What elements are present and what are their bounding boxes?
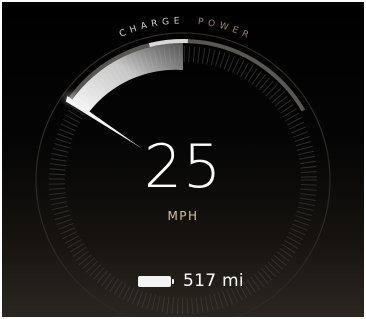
gauge-tick [215, 51, 221, 67]
gauge-tick [85, 261, 98, 273]
instrument-cluster: CHARGE POWER 25 MPH 517 mi [2, 2, 364, 317]
gauge-tick [146, 293, 152, 310]
range-value: 517 mi [183, 271, 244, 291]
gauge-tick [161, 296, 166, 313]
gauge-tick [171, 297, 175, 314]
gauge-tick [206, 48, 211, 65]
gauge-tick [96, 270, 108, 284]
gauge-tick [257, 270, 269, 284]
battery-full-icon [138, 275, 174, 287]
gauge-tick [209, 294, 214, 311]
gauge-tick [204, 295, 209, 312]
gauge-tick [92, 267, 105, 280]
gauge-tick [188, 46, 191, 63]
gauge-tick [141, 292, 148, 308]
gauge-tick [197, 46, 201, 63]
gauge-tick [219, 52, 226, 69]
gauge-tick [200, 296, 204, 313]
gauge-tick [298, 202, 315, 207]
gauge-tick [51, 201, 68, 206]
gauge-tick [258, 77, 270, 91]
gauge-tick [268, 87, 282, 100]
speed-unit-label: MPH [167, 209, 199, 223]
gauge-tick [186, 297, 189, 314]
gauge-tick [210, 49, 216, 66]
gauge-tick [290, 227, 306, 236]
gauge-tick [274, 95, 288, 107]
gauge-tick [213, 293, 219, 310]
gauge-tick [270, 258, 284, 270]
gauge-tick [260, 267, 273, 281]
gauge-tick [78, 254, 92, 266]
gauge-tick [292, 223, 308, 231]
gauge-tick [192, 46, 196, 63]
gauge-tick [273, 254, 287, 266]
gauge-tick [264, 264, 277, 278]
gauge-tick [195, 297, 199, 314]
gauge-tick [255, 74, 266, 88]
gauge-tick [222, 290, 229, 307]
gauge-tick [262, 80, 274, 94]
gauge-tick [100, 273, 112, 287]
gauge-tick [136, 290, 144, 307]
gauge-tick [191, 297, 194, 314]
gauge-tick [267, 261, 280, 274]
gauge-tick [166, 297, 170, 314]
gauge-tick [201, 47, 206, 64]
gauge-tick [276, 251, 290, 262]
gauge-tick [60, 227, 76, 235]
gauge-tick [151, 294, 157, 311]
needle-glow [60, 88, 81, 109]
gauge-tick [223, 54, 231, 70]
gauge-tick [58, 222, 74, 230]
gauge-tick [217, 292, 224, 309]
range-indicator: 517 mi [138, 270, 244, 292]
gauge-tick [156, 295, 161, 312]
gauge-tick [82, 257, 95, 269]
speed-readout: 25 [143, 132, 223, 202]
gauge-tick [176, 297, 179, 314]
gauge-tick [227, 56, 235, 72]
gauge-tick [271, 91, 285, 103]
gauge-tick [89, 264, 102, 277]
gauge-tick [265, 84, 278, 97]
